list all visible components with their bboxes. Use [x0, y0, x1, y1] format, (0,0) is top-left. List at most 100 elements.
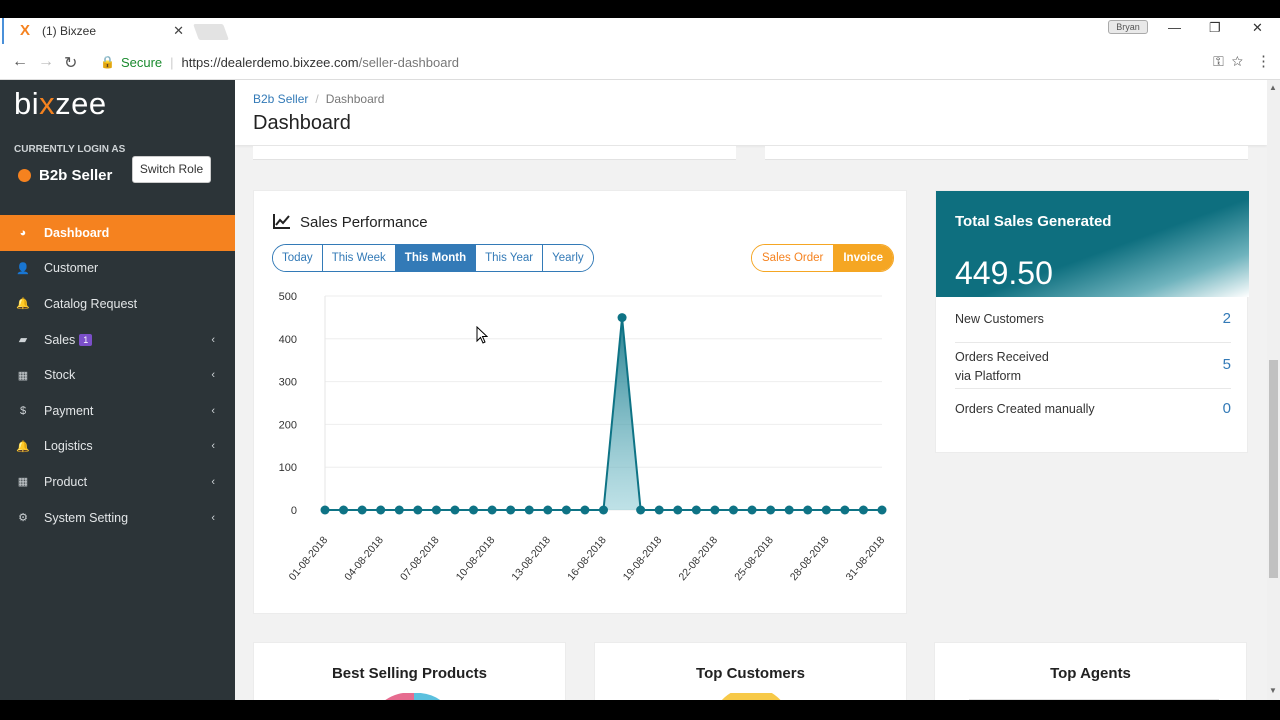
forward-arrow-icon[interactable]: →	[38, 53, 54, 71]
pie-slice-1	[721, 693, 781, 700]
x-tick-label: 01-08-2018	[287, 534, 331, 583]
sidebar-item-system-setting[interactable]: ⚙ System Setting ‹	[0, 500, 235, 536]
scroll-down-icon[interactable]: ▼	[1269, 686, 1277, 695]
total-sales-value: 449.50	[955, 255, 1053, 291]
stat-value[interactable]: 5	[1223, 356, 1231, 373]
period-button-this-year[interactable]: This Year	[476, 245, 544, 271]
data-point	[487, 505, 497, 515]
chevron-left-icon: ‹	[211, 440, 215, 453]
sidebar-item-label: Logistics	[44, 439, 93, 454]
browser-tab[interactable]: X (1) Bixzee ✕	[2, 18, 190, 44]
type-button-invoice[interactable]: Invoice	[833, 245, 893, 271]
sidebar-item-logistics[interactable]: 🔔 Logistics ‹	[0, 429, 235, 465]
data-point	[339, 505, 349, 515]
stat-value[interactable]: 0	[1223, 400, 1231, 417]
sidebar-item-label: Dashboard	[44, 225, 110, 240]
scroll-up-icon[interactable]: ▲	[1269, 83, 1277, 92]
back-arrow-icon[interactable]: ←	[12, 53, 28, 71]
data-point	[450, 505, 460, 515]
data-point	[784, 505, 794, 515]
pie-slice-1	[385, 693, 414, 700]
bixzee-favicon-icon: X	[20, 22, 31, 39]
line-chart-icon	[273, 214, 290, 229]
sidebar-item-label: Stock	[44, 368, 76, 383]
sidebar-item-catalog-request[interactable]: 🔔 Catalog Request	[0, 286, 235, 322]
data-point	[320, 505, 330, 515]
pie-slice-2	[414, 693, 440, 700]
data-point	[858, 505, 868, 515]
sidebar-item-payment[interactable]: $ Payment ‹	[0, 393, 235, 429]
best-selling-products-card: Best Selling Products	[253, 642, 566, 700]
data-point	[431, 505, 441, 515]
sales-performance-title: Sales Performance	[300, 214, 428, 231]
secure-label: Secure	[120, 54, 163, 70]
breadcrumb: B2b Seller / Dashboard	[253, 92, 384, 106]
profile-button[interactable]: Bryan	[1108, 20, 1148, 34]
stat-label: Orders Received via Platform	[955, 350, 1049, 383]
stat-label: Orders Created manually	[955, 402, 1095, 416]
sidebar-nav: ◕ Dashboard 👤 Customer 🔔 Catalog Request ▰ Sale…	[0, 215, 235, 535]
data-point	[821, 505, 831, 515]
data-point	[766, 505, 776, 515]
lock-icon: 🔒	[100, 55, 115, 69]
data-point	[506, 505, 516, 515]
data-point	[747, 505, 757, 515]
period-filter-group: Today This Week This Month This Year Yearly	[272, 244, 594, 272]
restore-icon[interactable]: ❐	[1209, 20, 1221, 36]
x-tick-label: 25-08-2018	[732, 534, 776, 583]
data-point	[561, 505, 571, 515]
bell-icon: 🔔	[16, 440, 30, 453]
window-close-icon[interactable]: ✕	[1252, 20, 1263, 36]
y-tick-label: 100	[279, 462, 297, 474]
bookmark-star-icon[interactable]: ☆	[1232, 53, 1243, 69]
bixzee-logo[interactable]: bixzee	[14, 86, 107, 122]
page-scrollbar[interactable]: ▲ ▼	[1267, 80, 1280, 700]
page-title: Dashboard	[253, 112, 351, 134]
sidebar-item-dashboard[interactable]: ◕ Dashboard	[0, 215, 235, 251]
chevron-left-icon: ‹	[211, 404, 215, 417]
cubes-icon: ▦	[17, 369, 29, 382]
url-path: /seller-dashboard	[358, 54, 460, 70]
sidebar-item-label: Product	[44, 474, 88, 489]
sidebar-item-label: Customer	[44, 261, 99, 276]
minimize-icon[interactable]: —	[1168, 20, 1181, 35]
book-icon: ▰	[18, 334, 28, 347]
tab-title: (1) Bixzee	[42, 24, 97, 38]
period-button-this-month[interactable]: This Month	[395, 245, 477, 271]
chevron-left-icon: ‹	[211, 369, 215, 382]
browser-menu-icon[interactable]: ⋮	[1256, 52, 1271, 70]
key-icon[interactable]: ⚿	[1213, 53, 1224, 69]
main-content: B2b Seller / Dashboard Dashboard Sales Per…	[235, 80, 1267, 700]
scrollbar-thumb[interactable]	[1269, 360, 1278, 578]
data-point	[580, 505, 590, 515]
new-tab-button[interactable]	[193, 24, 229, 40]
stat-row-orders-manual: Orders Created manually 0	[955, 389, 1231, 435]
logo-part-2: zee	[55, 86, 107, 121]
sales-performance-card: Sales Performance Today This Week This Mon…	[253, 190, 907, 614]
stat-value[interactable]: 2	[1223, 310, 1231, 327]
top-customers-title: Top Customers	[696, 665, 805, 682]
type-button-sales-order[interactable]: Sales Order	[752, 245, 834, 271]
role-status-dot	[18, 169, 31, 182]
data-point	[840, 505, 850, 515]
period-button-today[interactable]: Today	[273, 245, 323, 271]
data-point	[691, 505, 701, 515]
period-button-this-week[interactable]: This Week	[322, 245, 396, 271]
sidebar-item-sales[interactable]: ▰ Sales 1 ‹	[0, 322, 235, 358]
sidebar-item-label: System Setting	[44, 510, 129, 525]
address-bar[interactable]: 🔒 Secure | https://dealerdemo.bixzee.com…	[90, 50, 1245, 74]
bell-icon: 🔔	[16, 298, 30, 311]
sidebar-item-product[interactable]: ▦ Product ‹	[0, 464, 235, 500]
dollar-icon: $	[19, 404, 27, 417]
switch-role-button[interactable]: Switch Role	[132, 156, 211, 183]
reload-icon[interactable]: ↻	[64, 53, 77, 73]
sidebar-item-customer[interactable]: 👤 Customer	[0, 251, 235, 287]
data-point	[803, 505, 813, 515]
breadcrumb-link-seller[interactable]: B2b Seller	[253, 92, 308, 106]
sidebar-item-stock[interactable]: ▦ Stock ‹	[0, 357, 235, 393]
tab-close-icon[interactable]: ✕	[173, 23, 184, 39]
omnibox-icons: ⚿ ☆	[1213, 53, 1243, 70]
period-button-yearly[interactable]: Yearly	[543, 245, 593, 271]
sidebar-item-label: Catalog Request	[44, 296, 138, 311]
sales-count-badge: 1	[79, 333, 93, 346]
